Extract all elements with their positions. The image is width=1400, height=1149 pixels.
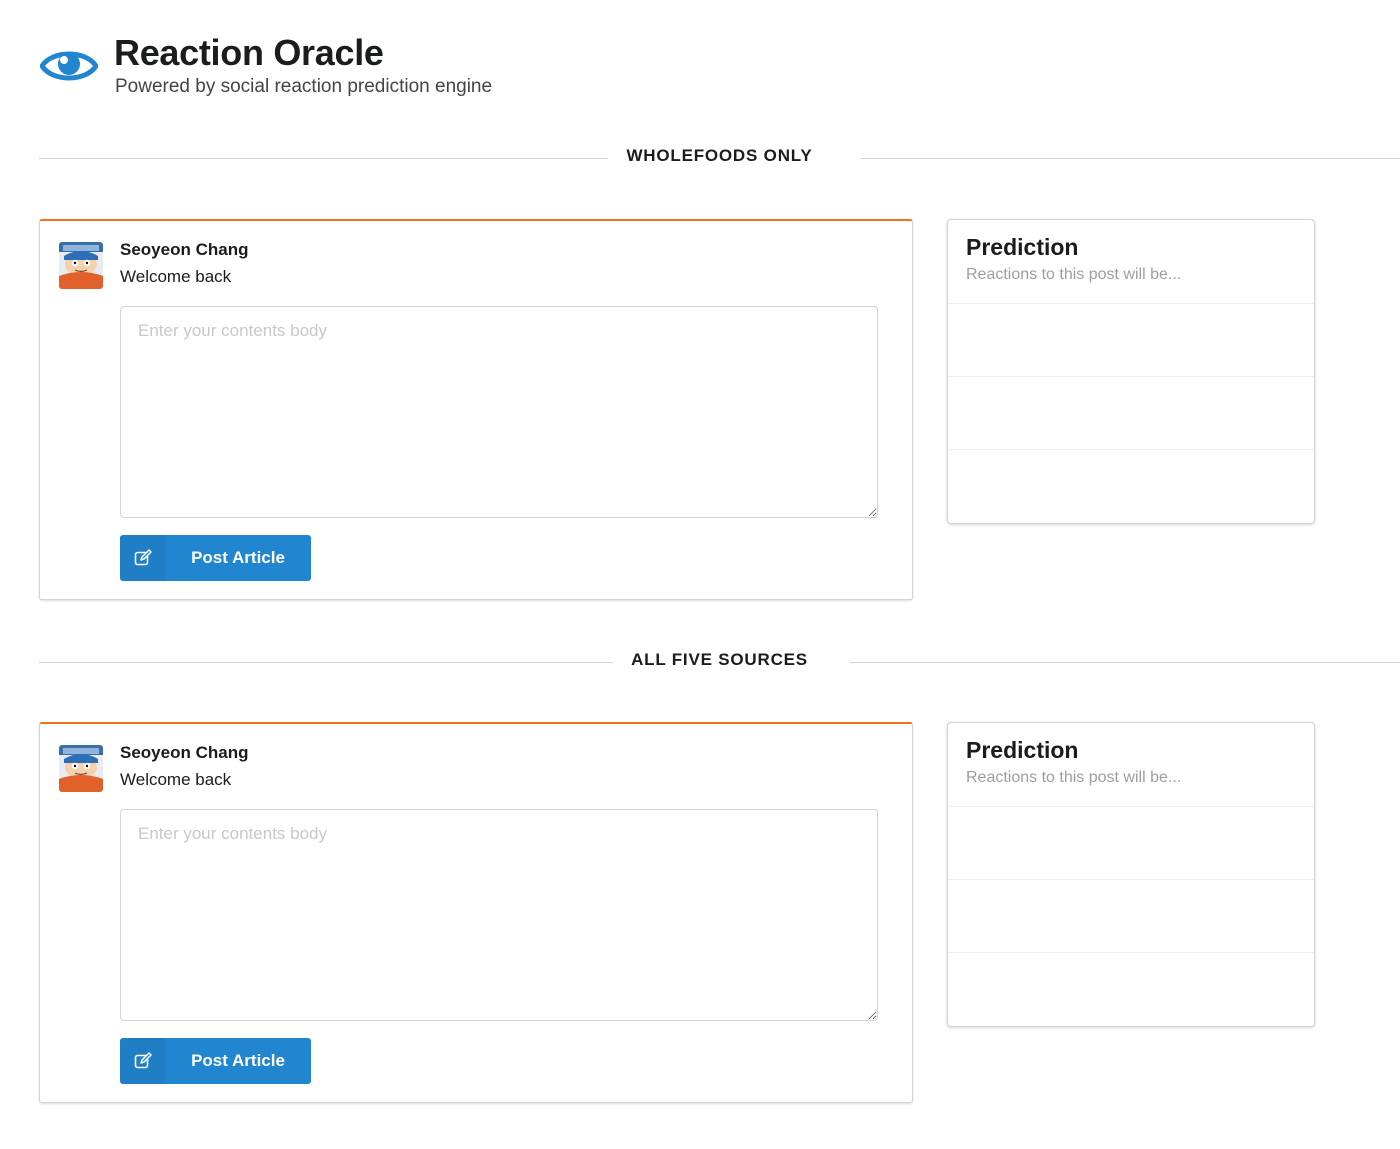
edit-icon [120, 535, 165, 581]
app-title: Reaction Oracle [114, 32, 384, 73]
user-name: Seoyeon Chang [120, 743, 249, 762]
post-article-label: Post Article [191, 1051, 285, 1070]
prediction-row [948, 807, 1314, 880]
post-article-button[interactable]: Post Article [120, 1038, 311, 1084]
prediction-row [948, 450, 1314, 523]
edit-icon [120, 1038, 165, 1084]
post-composer-card: Seoyeon Chang Welcome back Post Article [39, 219, 913, 600]
prediction-card: Prediction Reactions to this post will b… [947, 722, 1315, 1027]
post-composer-card: Seoyeon Chang Welcome back Post Article [39, 722, 913, 1103]
prediction-title: Prediction [966, 234, 1079, 260]
app-subtitle: Powered by social reaction prediction en… [115, 76, 493, 97]
prediction-subtitle: Reactions to this post will be... [966, 769, 1182, 786]
post-article-label: Post Article [191, 548, 285, 567]
prediction-title: Prediction [966, 737, 1079, 763]
prediction-header: Prediction Reactions to this post will b… [948, 723, 1314, 807]
section-label: WHOLEFOODS ONLY [608, 146, 831, 165]
avatar [59, 745, 103, 792]
user-name: Seoyeon Chang [120, 240, 249, 259]
app-header: Reaction Oracle Powered by social reacti… [40, 30, 740, 100]
page: Reaction Oracle Powered by social reacti… [0, 0, 1400, 1149]
prediction-row [948, 377, 1314, 450]
greeting-text: Welcome back [120, 770, 232, 789]
prediction-card: Prediction Reactions to this post will b… [947, 219, 1315, 524]
contents-body-input[interactable] [120, 306, 878, 518]
contents-body-input[interactable] [120, 809, 878, 1021]
greeting-text: Welcome back [120, 267, 232, 286]
section-divider-wholefoods: WHOLEFOODS ONLY [39, 146, 1400, 170]
prediction-row [948, 880, 1314, 953]
eye-icon [40, 51, 98, 81]
prediction-row [948, 304, 1314, 377]
avatar [59, 242, 103, 289]
prediction-row [948, 953, 1314, 1026]
prediction-header: Prediction Reactions to this post will b… [948, 220, 1314, 304]
section-label: ALL FIVE SOURCES [613, 650, 826, 669]
post-article-button[interactable]: Post Article [120, 535, 311, 581]
prediction-subtitle: Reactions to this post will be... [966, 266, 1182, 283]
section-divider-all-sources: ALL FIVE SOURCES [39, 650, 1400, 674]
